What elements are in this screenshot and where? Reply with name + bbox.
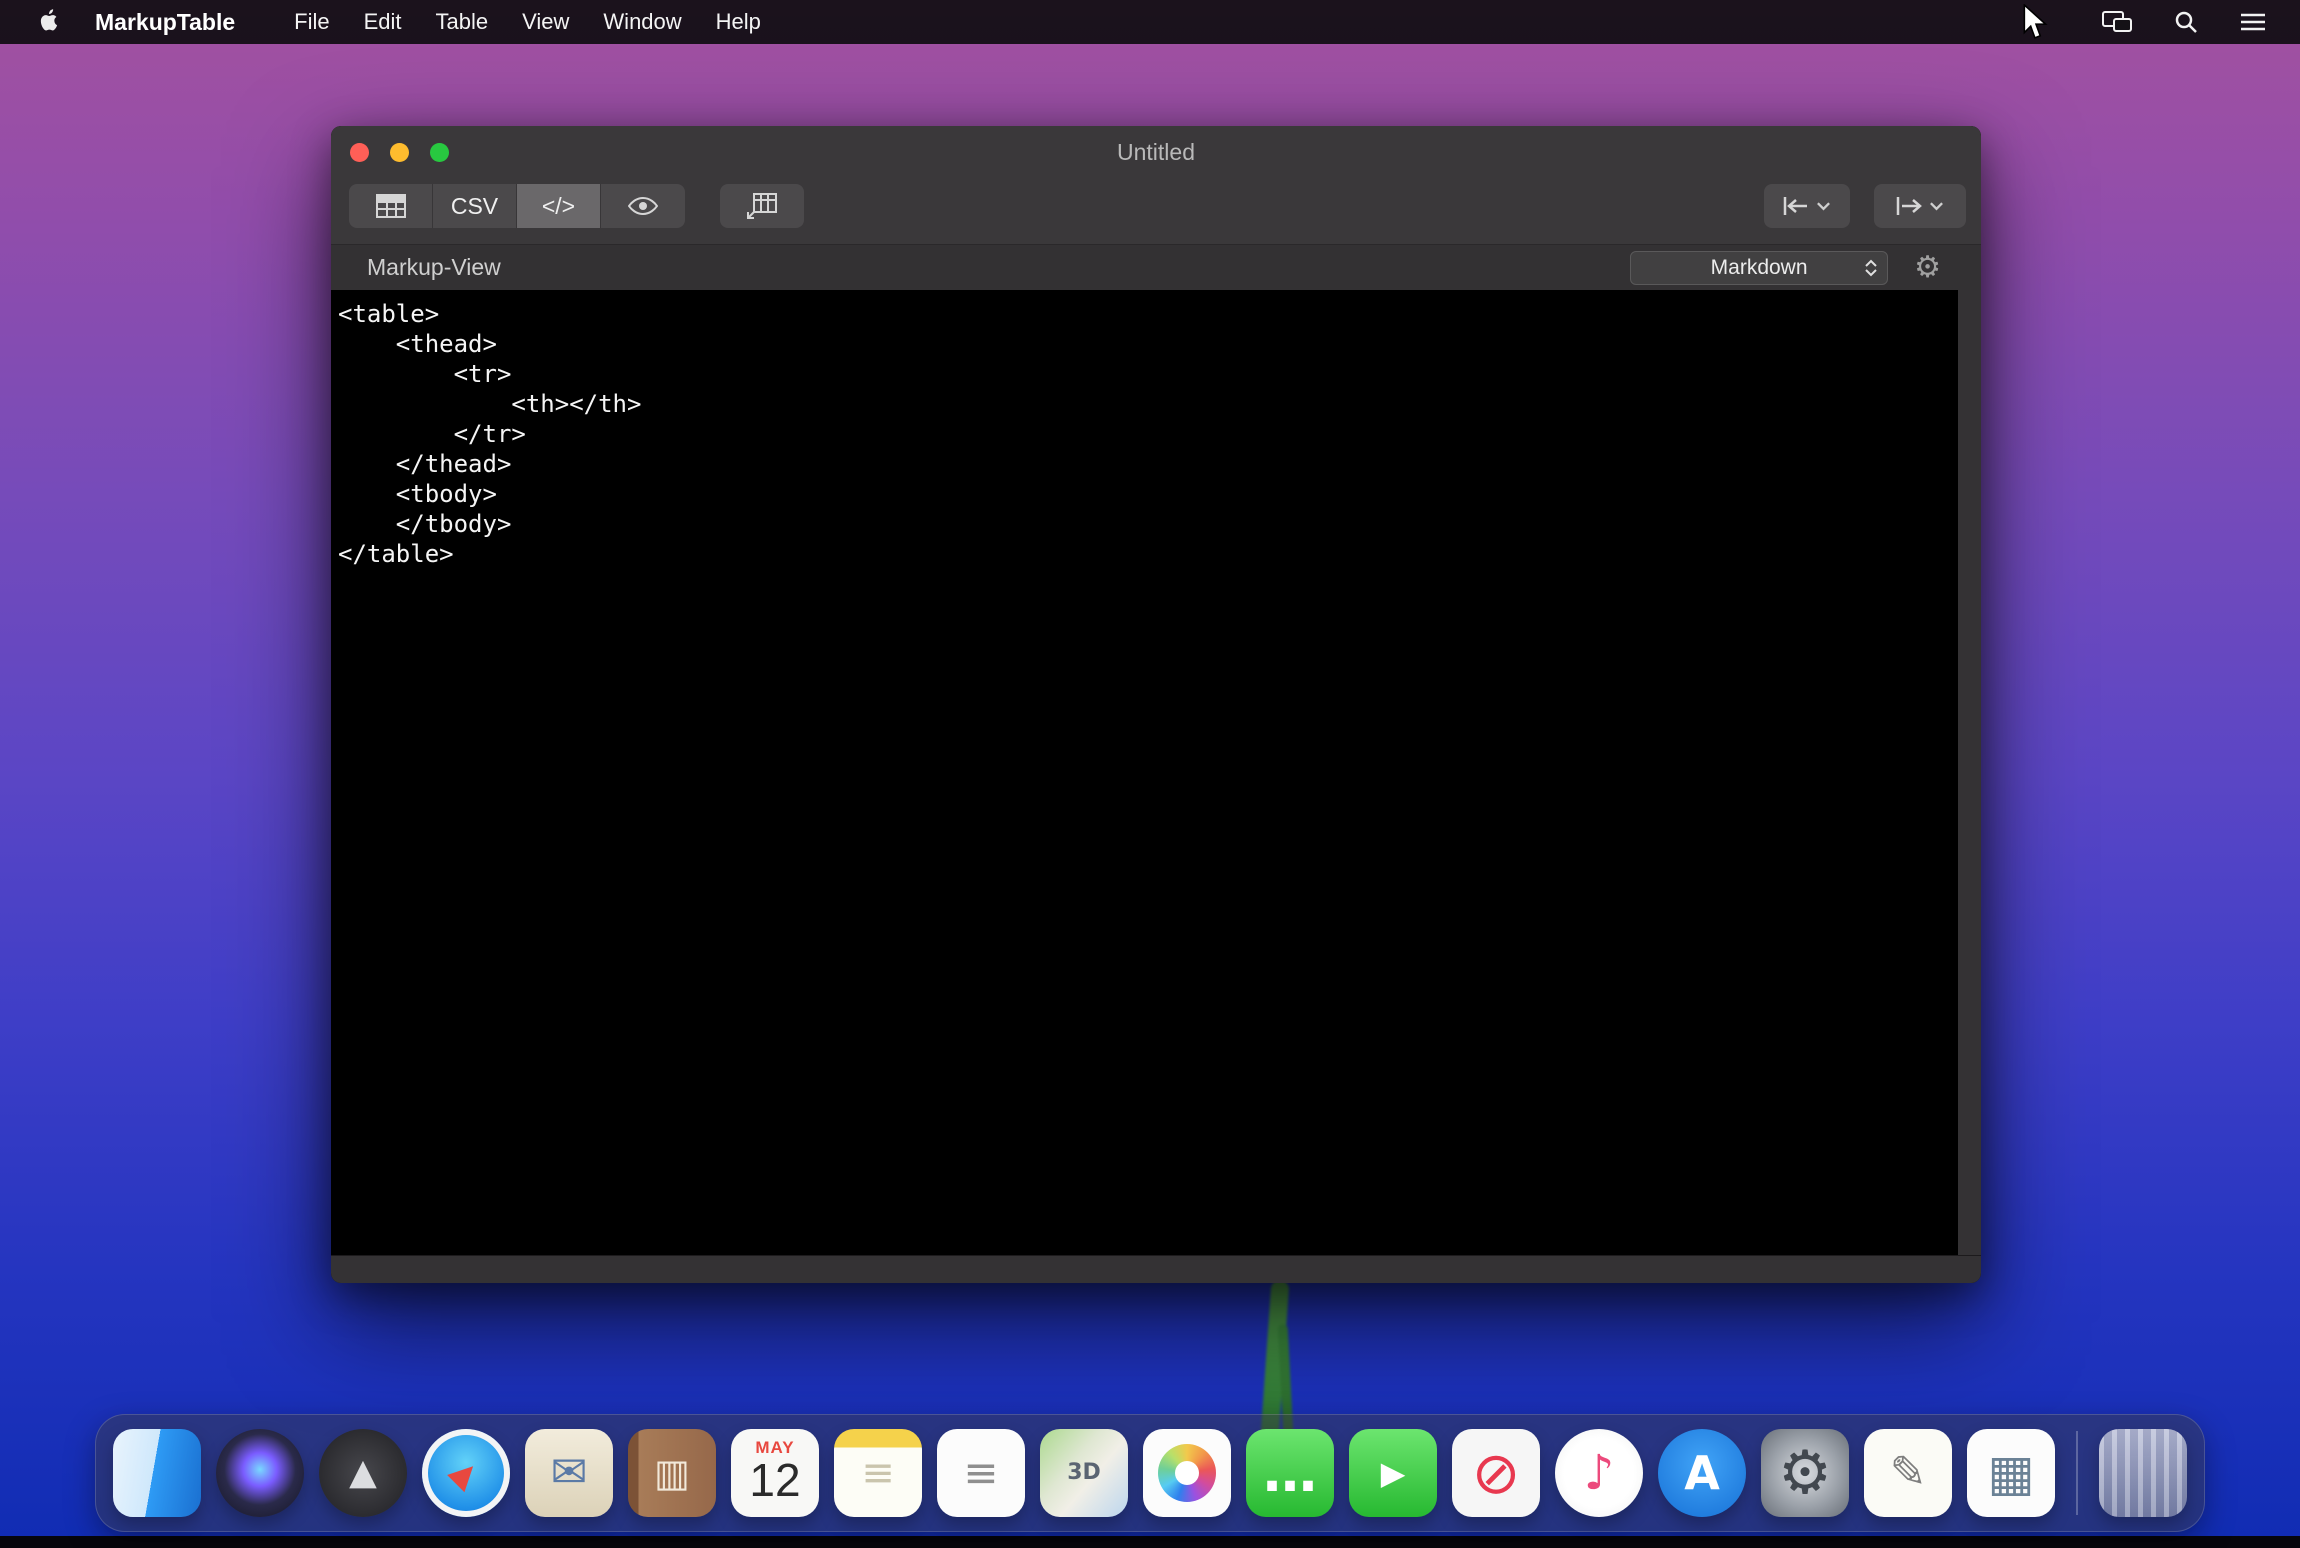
csv-view-segment[interactable]: CSV: [433, 184, 517, 228]
app-store-glyph: A: [1684, 1450, 1720, 1496]
music-dock-icon[interactable]: ♪: [1555, 1429, 1643, 1517]
facetime-dock-icon[interactable]: ▶: [1349, 1429, 1437, 1517]
popup-arrows-icon: [1858, 254, 1884, 282]
settings-gear-button[interactable]: ⚙: [1914, 253, 1941, 283]
facetime-glyph: ▶: [1381, 1457, 1406, 1489]
apple-menu[interactable]: [40, 9, 59, 36]
markup-view-bar: Markup-View Markdown ⚙: [331, 244, 1981, 290]
reminders-glyph: ≡: [963, 1452, 998, 1494]
menu-bar: MarkupTable FileEditTableViewWindowHelp: [0, 0, 2300, 44]
displays-icon[interactable]: [2102, 10, 2132, 34]
markup-view-label: </>: [542, 193, 575, 220]
no-entry-glyph: ⊘: [1472, 1444, 1521, 1502]
app-store-dock-icon[interactable]: A: [1658, 1429, 1746, 1517]
menu-item-file[interactable]: File: [277, 9, 346, 35]
safari-glyph: ▲: [446, 1453, 486, 1493]
code-editor[interactable]: <table> <thead> <tr> <th></th> </tr> </t…: [331, 290, 1981, 1255]
contacts-glyph: ▥: [654, 1454, 690, 1492]
photos-dock-icon[interactable]: [1143, 1429, 1231, 1517]
preview-segment[interactable]: [601, 184, 685, 228]
menu-item-window[interactable]: Window: [586, 9, 698, 35]
dock-separator: [2076, 1431, 2078, 1515]
code-line: <thead>: [338, 329, 1951, 359]
format-dropdown[interactable]: Markdown: [1630, 251, 1888, 285]
mail-glyph: ✉: [551, 1451, 588, 1495]
messages-dock-icon[interactable]: …: [1246, 1429, 1334, 1517]
app-window: Untitled: [331, 126, 1981, 1283]
menu-list-icon[interactable]: [2240, 12, 2266, 32]
messages-glyph: …: [1263, 1446, 1317, 1500]
export-button[interactable]: [1874, 184, 1966, 228]
traffic-lights: [350, 126, 449, 178]
mouse-cursor: [2022, 4, 2050, 45]
markup-view-segment[interactable]: </>: [517, 184, 601, 228]
format-dropdown-value: Markdown: [1711, 256, 1808, 280]
insert-table-icon: [747, 193, 777, 219]
mail-dock-icon[interactable]: ✉: [525, 1429, 613, 1517]
close-button[interactable]: [350, 143, 369, 162]
menu-item-table[interactable]: Table: [419, 9, 506, 35]
siri-dock-icon[interactable]: [216, 1429, 304, 1517]
code-line: <table>: [338, 299, 1951, 329]
menu-item-help[interactable]: Help: [699, 9, 778, 35]
window-toolbar: CSV </>: [331, 178, 1981, 244]
window-title: Untitled: [1117, 139, 1195, 166]
code-line: </tr>: [338, 419, 1951, 449]
launchpad-glyph: ▲: [349, 1455, 377, 1491]
import-button[interactable]: [1764, 184, 1850, 228]
launchpad-dock-icon[interactable]: ▲: [319, 1429, 407, 1517]
code-line: </table>: [338, 539, 1951, 569]
no-entry-dock-icon[interactable]: ⊘: [1452, 1429, 1540, 1517]
view-mode-segmented-control: CSV </>: [349, 184, 685, 228]
table-grid-icon: [376, 194, 406, 218]
editor-scrollbar-gutter: [1958, 290, 1981, 1255]
music-glyph: ♪: [1584, 1449, 1615, 1497]
markup-table-glyph: ▦: [1987, 1448, 2034, 1498]
maps-glyph: 3D: [1067, 1462, 1101, 1484]
notes-dock-icon[interactable]: ≡: [834, 1429, 922, 1517]
code-line: </tbody>: [338, 509, 1951, 539]
trash-dock-icon[interactable]: [2099, 1429, 2187, 1517]
import-icon: [1783, 195, 1809, 217]
zoom-button[interactable]: [430, 143, 449, 162]
menu-items: FileEditTableViewWindowHelp: [277, 9, 778, 35]
screen-bottom-edge: [0, 1536, 2300, 1548]
export-icon: [1896, 195, 1922, 217]
notes-glyph: ≡: [861, 1453, 895, 1493]
system-preferences-glyph: ⚙: [1778, 1443, 1832, 1503]
spotlight-search-icon[interactable]: [2174, 10, 2198, 34]
safari-dock-icon[interactable]: ▲: [422, 1429, 510, 1517]
dock: ▲ ▲ ✉ ▥ MAY12 ≡ ≡ 3D … ▶ ⊘ ♪ A ⚙ ✎ ▦: [95, 1414, 2205, 1532]
menu-item-view[interactable]: View: [505, 9, 586, 35]
minimize-button[interactable]: [390, 143, 409, 162]
markup-view-title: Markup-View: [367, 254, 501, 281]
textedit-glyph: ✎: [1890, 1451, 1927, 1495]
apple-logo-icon: [40, 9, 59, 36]
insert-table-button[interactable]: [720, 184, 804, 228]
csv-view-label: CSV: [451, 193, 498, 220]
contacts-dock-icon[interactable]: ▥: [628, 1429, 716, 1517]
code-line: <tbody>: [338, 479, 1951, 509]
chevron-down-icon: [1929, 201, 1944, 211]
maps-dock-icon[interactable]: 3D: [1040, 1429, 1128, 1517]
calendar-dock-icon[interactable]: MAY12: [731, 1429, 819, 1517]
menu-bar-status-icons: [2102, 10, 2266, 34]
eye-icon: [628, 196, 658, 216]
textedit-dock-icon[interactable]: ✎: [1864, 1429, 1952, 1517]
photos-pinwheel: [1158, 1444, 1216, 1502]
window-bottom-bar: [331, 1255, 1981, 1283]
reminders-dock-icon[interactable]: ≡: [937, 1429, 1025, 1517]
calendar-day: 12: [731, 1453, 819, 1507]
finder-dock-icon[interactable]: [113, 1429, 201, 1517]
app-menu-name[interactable]: MarkupTable: [95, 9, 235, 36]
code-line: </thead>: [338, 449, 1951, 479]
system-preferences-dock-icon[interactable]: ⚙: [1761, 1429, 1849, 1517]
markup-table-dock-icon[interactable]: ▦: [1967, 1429, 2055, 1517]
code-line: <th></th>: [338, 389, 1951, 419]
code-line: <tr>: [338, 359, 1951, 389]
chevron-down-icon: [1816, 201, 1831, 211]
table-view-segment[interactable]: [349, 184, 433, 228]
window-titlebar[interactable]: Untitled: [331, 126, 1981, 178]
menu-item-edit[interactable]: Edit: [347, 9, 419, 35]
